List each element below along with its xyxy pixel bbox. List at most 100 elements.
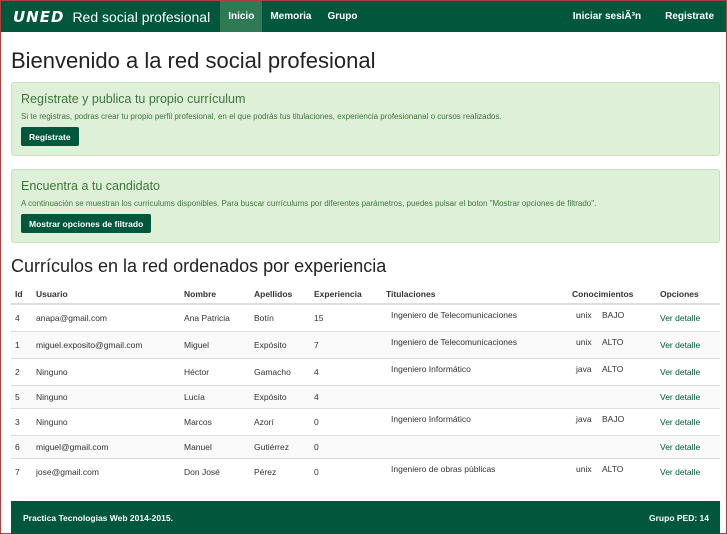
knowledge-tech: unix [576,309,592,320]
nav-login[interactable]: Iniciar sesiÃ³n [561,1,653,32]
cell-apellidos: Gamacho [250,357,310,385]
footer: Practica Tecnologias Web 2014-2015. Grup… [11,501,720,534]
nav-memoria[interactable]: Memoria [262,1,319,32]
knowledge-level: BAJO [602,309,625,320]
show-filter-options-button[interactable]: Mostrar opciones de filtrado [21,214,152,233]
cell-nombre: Lucía [180,384,250,408]
cell-opciones: Ver detalle [656,384,720,408]
find-candidate-text: A continuación se muestran los curriculu… [21,199,597,208]
ver-detalle-link[interactable]: Ver detalle [660,442,700,452]
cell-titulacion-text: Ingeniero de obras públicas [391,463,496,474]
col-conocimientos[interactable]: Conocimientos [568,284,656,305]
cell-opciones: Ver detalle [656,434,720,458]
cell-apellidos: Botín [250,303,310,331]
cell-usuario: anapa@gmail.com [32,303,180,331]
cell-opciones: Ver detalle [656,303,720,331]
brand-title[interactable]: Red social profesional [72,9,210,25]
knowledge-tech: java [576,363,592,374]
cell-opciones: Ver detalle [656,357,720,385]
cell-titulacion: Ingeniero de Telecomunicaciones [382,303,568,331]
cell-titulacion: Ingeniero de Telecomunicaciones [382,330,568,358]
cell-usuario: jose@gmail.com [32,457,180,485]
cell-titulacion-text: Ingeniero de Telecomunicaciones [391,309,518,320]
ver-detalle-link[interactable]: Ver detalle [660,313,700,323]
table-row: 2 Ninguno Héctor Gamacho 4 Ingeniero Informát… [11,357,720,385]
ver-detalle-link[interactable]: Ver detalle [660,467,700,477]
col-titulaciones[interactable]: Titulaciones [382,284,568,305]
nav-register[interactable]: Registrate [653,1,726,32]
section-title: Currículos en la red ordenados por exper… [11,256,387,276]
cell-titulacion: Ingeniero de obras públicas [382,457,568,485]
cell-titulacion-text: Ingeniero Informático [391,363,471,374]
cell-conocimientos: unix BAJO [568,303,656,331]
table-row: 6 miguel@gmail.com Manuel Gutiérrez 0 Ver det… [11,434,720,458]
register-panel-text: Si te registras, podras crear tu propio … [21,112,502,121]
cell-titulacion-text: Ingeniero Informático [391,413,471,424]
cell-experiencia: 0 [310,434,382,458]
cell-experiencia: 4 [310,384,382,408]
cell-experiencia: 15 [310,303,382,331]
cell-opciones: Ver detalle [656,330,720,358]
cell-nombre: Manuel [180,434,250,458]
cell-nombre: Don José [180,457,250,485]
cell-id: 2 [11,357,32,385]
cell-conocimientos: java BAJO [568,407,656,435]
table-row: 7 jose@gmail.com Don José Pérez 0 Ingeniero d… [11,457,720,485]
register-panel: Regístrate y publica tu propio currículu… [11,82,720,156]
knowledge-level: ALTO [602,363,624,374]
knowledge-level: BAJO [602,413,625,424]
col-opciones[interactable]: Opciones [656,284,720,305]
ver-detalle-link[interactable]: Ver detalle [660,367,700,377]
cell-nombre: Ana Patricia [180,303,250,331]
uned-logo[interactable]: UNED [13,8,64,26]
cell-id: 1 [11,330,32,358]
cell-conocimientos: java ALTO [568,357,656,385]
cell-titulacion-text: Ingeniero de Telecomunicaciones [391,336,518,347]
find-candidate-panel: Encuentra a tu candidato A continuación … [11,169,720,243]
ver-detalle-link[interactable]: Ver detalle [660,340,700,350]
cell-apellidos: Pérez [250,457,310,485]
ver-detalle-link[interactable]: Ver detalle [660,392,700,402]
cell-apellidos: Gutiérrez [250,434,310,458]
col-nombre[interactable]: Nombre [180,284,250,305]
cell-usuario: Ninguno [32,357,180,385]
cell-titulacion [382,384,568,408]
knowledge-level: ALTO [602,336,624,347]
cell-id: 6 [11,434,32,458]
cell-conocimientos: unix ALTO [568,457,656,485]
col-usuario[interactable]: Usuario [32,284,180,305]
table-row: 1 miguel.exposito@gmail.com Miguel Expósito… [11,330,720,358]
nav-inicio[interactable]: Inicio [220,1,263,32]
cell-usuario: miguel.exposito@gmail.com [32,330,180,358]
register-button[interactable]: Regístrate [21,127,79,146]
cell-titulacion: Ingeniero Informático [382,407,568,435]
table-header-row: Id Usuario Nombre Apellidos Experiencia … [11,284,720,305]
cell-conocimientos: unix ALTO [568,330,656,358]
cv-table: Id Usuario Nombre Apellidos Experiencia … [11,284,720,485]
register-panel-title: Regístrate y publica tu propio currículu… [21,92,246,106]
nav-grupo[interactable]: Grupo [319,1,365,32]
cell-usuario: Ninguno [32,384,180,408]
nav-right-group: Iniciar sesiÃ³n Registrate [561,1,726,32]
col-experiencia[interactable]: Experiencia [310,284,382,305]
cell-experiencia: 7 [310,330,382,358]
ver-detalle-link[interactable]: Ver detalle [660,417,700,427]
cell-id: 3 [11,407,32,435]
cell-nombre: Héctor [180,357,250,385]
cell-apellidos: Expósito [250,384,310,408]
cell-experiencia: 4 [310,357,382,385]
cell-apellidos: Azorí [250,407,310,435]
cell-titulacion [382,434,568,458]
table-row: 3 Ninguno Marcos Azorí 0 Ingeniero Informátic… [11,407,720,435]
knowledge-level: ALTO [602,463,624,474]
col-id[interactable]: Id [11,284,32,305]
cell-apellidos: Expósito [250,330,310,358]
table-body: 4 anapa@gmail.com Ana Patricia Botín 15 Ingen… [11,303,720,485]
cell-conocimientos [568,434,656,458]
col-apellidos[interactable]: Apellidos [250,284,310,305]
cell-opciones: Ver detalle [656,457,720,485]
page-title: Bienvenido a la red social profesional [11,48,376,73]
table-row: 5 Ninguno Lucía Expósito 4 Ver detalle [11,384,720,408]
knowledge-tech: unix [576,463,592,474]
cell-id: 7 [11,457,32,485]
